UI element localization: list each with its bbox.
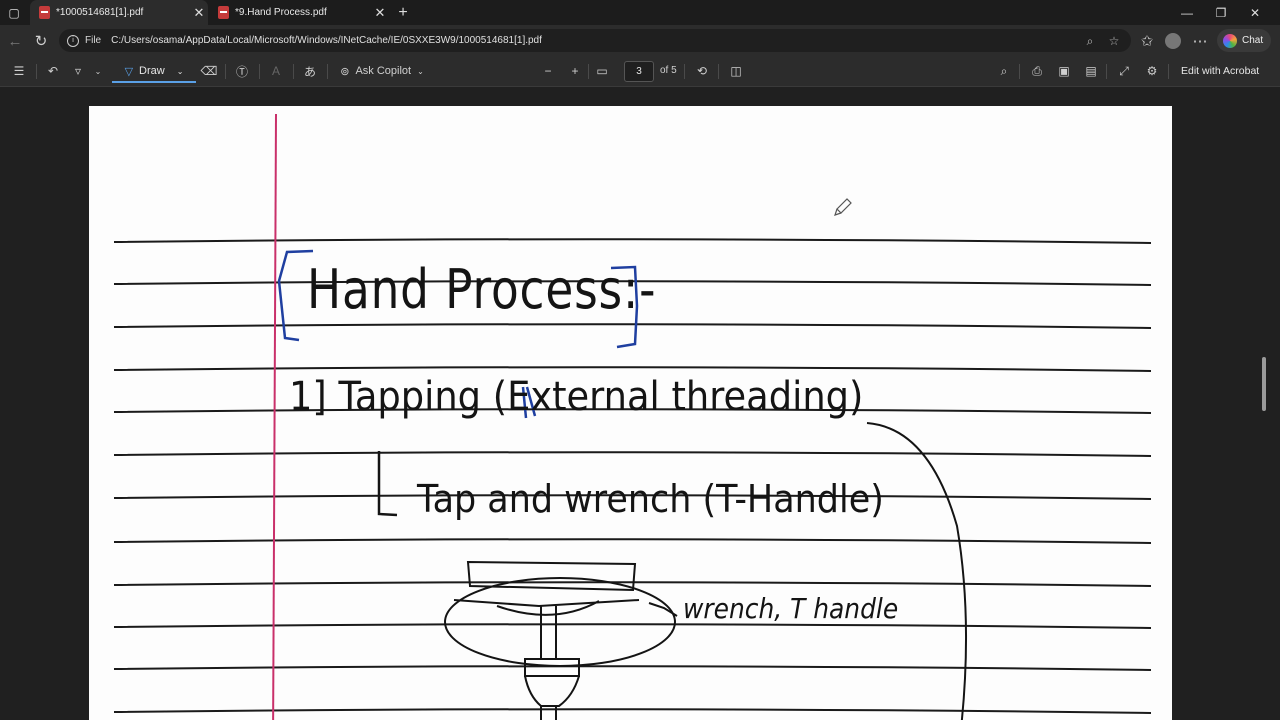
refresh-icon[interactable]: ↻ xyxy=(30,30,52,52)
vertical-scrollbar[interactable] xyxy=(1262,357,1266,411)
favorites-icon[interactable]: ✩ xyxy=(1136,30,1158,52)
chevron-down-icon: ⌄ xyxy=(417,66,424,76)
pdf-page[interactable]: Hand Process:- 1] Tapping (External thre… xyxy=(89,106,1172,720)
fit-page-icon[interactable]: ▭ xyxy=(592,61,612,81)
notes-title: Hand Process:- xyxy=(307,258,657,321)
close-tab-icon[interactable]: ✕ xyxy=(371,5,389,21)
notes-label-wrench: wrench, T handle xyxy=(683,592,899,625)
page-view-icon[interactable]: ◫ xyxy=(726,61,746,81)
tab-title: *9.Hand Process.pdf xyxy=(235,7,327,18)
draw-button[interactable]: ▽ Draw ⌄ xyxy=(112,61,196,83)
ask-copilot-label: Ask Copilot xyxy=(355,65,412,77)
chat-button[interactable]: Chat xyxy=(1217,29,1271,52)
restore-icon[interactable]: ❐ xyxy=(1204,0,1238,25)
minimize-icon[interactable]: — xyxy=(1170,0,1204,25)
contents-icon[interactable]: ☰ xyxy=(9,61,29,81)
tab-actions-icon[interactable]: ▢ xyxy=(0,0,28,25)
eraser-icon[interactable]: ⌫ xyxy=(199,61,219,81)
pen-icon: ▽ xyxy=(124,65,134,78)
zoom-icon[interactable]: ⌕ xyxy=(1081,32,1099,50)
address-row: ← ↻ i File C:/Users/osama/AppData/Local/… xyxy=(0,25,1280,57)
fullscreen-icon[interactable]: ⤢ xyxy=(1114,61,1134,81)
favorite-star-icon[interactable]: ☆ xyxy=(1105,32,1123,50)
add-text-icon[interactable]: Ⓣ xyxy=(232,61,252,81)
text-format-icon[interactable]: A xyxy=(266,61,286,81)
print-icon[interactable]: ⎙ xyxy=(1027,61,1047,81)
chevron-down-icon[interactable]: ⌄ xyxy=(88,61,108,81)
edit-with-acrobat-button[interactable]: Edit with Acrobat xyxy=(1181,65,1259,77)
highlight-icon[interactable]: ▿ xyxy=(68,61,88,81)
copilot-icon xyxy=(1223,33,1237,48)
chat-label: Chat xyxy=(1242,35,1264,46)
undo-icon[interactable]: ↶ xyxy=(43,61,63,81)
pdf-icon xyxy=(39,6,50,19)
address-bar[interactable]: i File C:/Users/osama/AppData/Local/Micr… xyxy=(59,29,1131,52)
save-as-icon[interactable]: ▤ xyxy=(1081,61,1101,81)
document-viewer[interactable]: Hand Process:- 1] Tapping (External thre… xyxy=(0,87,1280,720)
close-window-icon[interactable]: ✕ xyxy=(1238,0,1272,25)
page-total: of 5 xyxy=(660,65,677,76)
pdf-toolbar: ☰ ↶ ▿ ⌄ ▽ Draw ⌄ ⌫ Ⓣ A あ ⊚ Ask Copilot ⌄… xyxy=(0,57,1280,87)
close-tab-icon[interactable]: ✕ xyxy=(190,5,208,21)
profile-avatar[interactable] xyxy=(1162,30,1184,52)
tab-title: *1000514681[1].pdf xyxy=(56,7,144,18)
settings-gear-icon[interactable]: ⚙ xyxy=(1142,61,1162,81)
read-aloud-icon[interactable]: あ xyxy=(300,61,320,81)
notes-line-tap-and-wrench: Tap and wrench (T-Handle) xyxy=(417,477,884,521)
url-scheme: File xyxy=(85,35,102,46)
save-icon[interactable]: ▣ xyxy=(1054,61,1074,81)
zoom-out-icon[interactable]: − xyxy=(538,61,558,81)
tab-bar: ▢ *1000514681[1].pdf ✕ *9.Hand Process.p… xyxy=(0,0,1280,25)
notes-line-tapping: 1] Tapping (External threading) xyxy=(289,374,864,420)
copilot-icon: ⊚ xyxy=(340,65,350,78)
more-options-icon[interactable]: ⋯ xyxy=(1189,30,1211,52)
info-icon[interactable]: i xyxy=(67,34,79,47)
url-text[interactable]: C:/Users/osama/AppData/Local/Microsoft/W… xyxy=(111,35,542,46)
zoom-in-icon[interactable]: + xyxy=(565,61,585,81)
ask-copilot-button[interactable]: ⊚ Ask Copilot ⌄ xyxy=(336,61,428,81)
pdf-icon xyxy=(218,6,229,19)
page-number-input[interactable]: 3 xyxy=(624,61,654,82)
tab-hand-process[interactable]: *9.Hand Process.pdf ✕ xyxy=(209,0,389,25)
rotate-icon[interactable]: ⟲ xyxy=(692,61,712,81)
tab-1000514681[interactable]: *1000514681[1].pdf ✕ xyxy=(30,0,208,25)
draw-label: Draw xyxy=(139,65,165,77)
back-icon[interactable]: ← xyxy=(4,30,26,52)
chevron-down-icon: ⌄ xyxy=(176,66,184,76)
new-tab-icon[interactable]: + xyxy=(390,0,416,25)
search-icon[interactable]: ⌕ xyxy=(994,61,1014,81)
